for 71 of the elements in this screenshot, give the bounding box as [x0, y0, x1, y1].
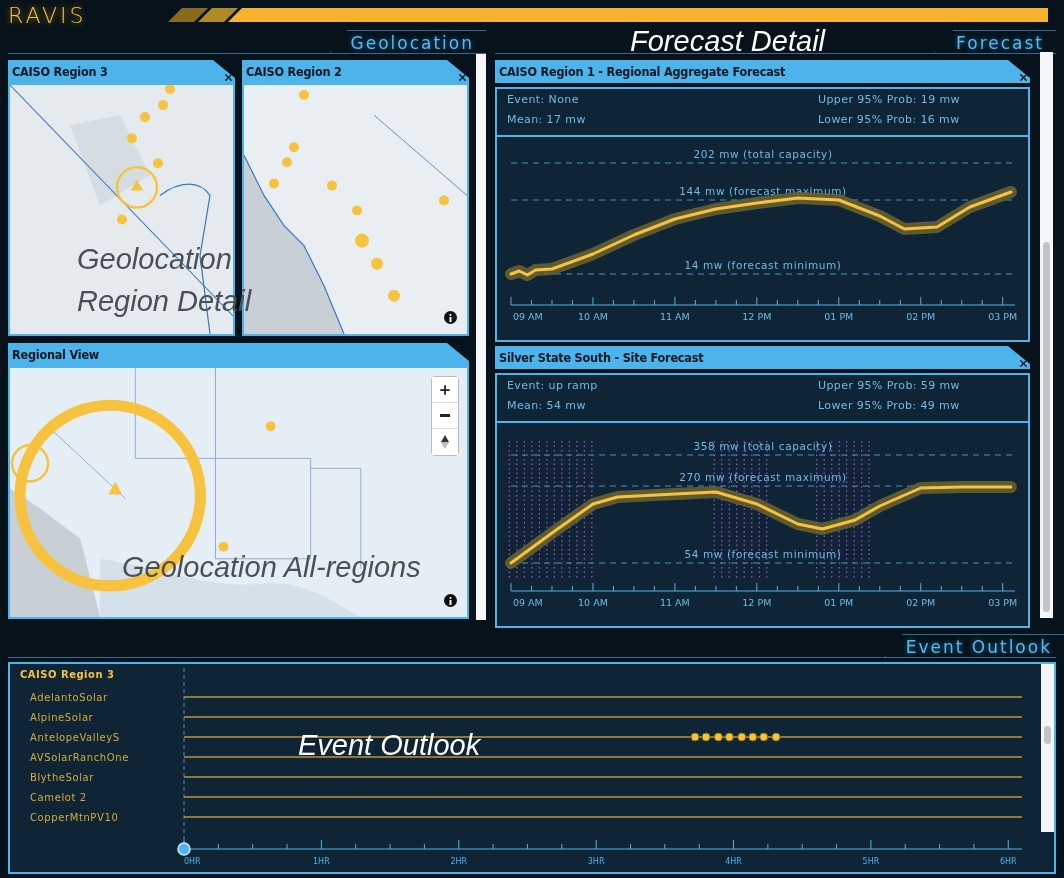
event-text: Event: up ramp [507, 379, 599, 394]
scrollbar-thumb[interactable] [1043, 242, 1050, 612]
x-tick-label: 4HR [725, 857, 742, 866]
panel-title: CAISO Region 1 - Regional Aggregate Forecast [499, 64, 786, 79]
panel-title: CAISO Region 3 [12, 64, 108, 79]
reference-label: 14 mw (forecast minimum) [684, 259, 842, 271]
site-label: AntelopeValleyS [30, 732, 120, 743]
x-tick-label: 10 AM [578, 311, 608, 322]
zoom-in-button[interactable] [432, 377, 458, 403]
scrollbar[interactable] [1041, 664, 1054, 832]
close-button[interactable] [1017, 357, 1029, 369]
plus-icon [438, 382, 452, 397]
annotation-text: Forecast Detail [630, 24, 825, 59]
compass-icon [441, 435, 449, 449]
panel-title: Silver State South - Site Forecast [499, 350, 704, 365]
x-tick-label: 02 PM [906, 597, 936, 608]
x-tick-label: 6HR [999, 857, 1017, 866]
app-logo: RAVIS [8, 2, 88, 28]
site-label: AlpineSolar [30, 712, 94, 723]
x-tick-label: 2HR [450, 857, 468, 866]
close-icon [222, 71, 234, 83]
minus-icon [440, 414, 450, 417]
close-icon [1017, 71, 1029, 83]
x-tick-label: 11 AM [660, 597, 690, 608]
upper-prob-text: Upper 95% Prob: 19 mw [818, 93, 961, 108]
group-label: CAISO Region 3 [20, 669, 115, 680]
section-heading: Geolocation [329, 30, 486, 53]
site-label: AVSolarRanchOne [30, 752, 129, 763]
scrollbar-thumb[interactable] [1044, 726, 1051, 744]
reference-label: 358 mw (total capacity) [693, 440, 833, 452]
x-tick-label: 11 AM [660, 311, 690, 322]
close-button[interactable] [1017, 71, 1029, 83]
close-button[interactable] [456, 71, 468, 83]
x-tick-label: 02 PM [906, 311, 936, 322]
x-tick-label: 01 PM [824, 597, 854, 608]
x-tick-label: 3HR [587, 857, 605, 866]
upper-prob-text: Upper 95% Prob: 59 mw [818, 379, 961, 394]
scrollbar[interactable] [476, 54, 486, 620]
site-label: AdelantoSolar [30, 692, 108, 703]
x-tick-label: 5HR [862, 857, 880, 866]
reference-label: 270 mw (forecast maximum) [679, 471, 847, 483]
reference-label: 144 mw (forecast maximum) [679, 185, 847, 197]
x-tick-label: 09 AM [513, 597, 543, 608]
x-tick-label: 1HR [313, 857, 330, 866]
mean-text: Mean: 54 mw [507, 399, 587, 414]
close-icon [1017, 357, 1029, 369]
panel-title: Regional View [12, 347, 100, 362]
site-label: CopperMtnPV10 [30, 812, 119, 823]
x-tick-label: 03 PM [988, 597, 1018, 608]
mean-text: Mean: 17 mw [507, 113, 587, 128]
reference-label: 54 mw (forecast minimum) [684, 548, 842, 560]
x-tick-label: 03 PM [988, 311, 1018, 322]
section-heading: Event Outlook [884, 634, 1064, 657]
time-handle[interactable] [177, 842, 191, 856]
panel-title: CAISO Region 2 [246, 64, 342, 79]
reference-label: 202 mw (total capacity) [693, 148, 833, 160]
close-button[interactable] [222, 71, 234, 83]
scrollbar[interactable] [1040, 52, 1053, 618]
annotation-text: Event Outlook [298, 728, 481, 763]
x-tick-label: 10 AM [578, 597, 608, 608]
x-tick-label: 12 PM [742, 597, 772, 608]
event-text: Event: None [507, 93, 580, 108]
x-tick-label: 09 AM [513, 311, 543, 322]
x-tick-label: 0HR [184, 857, 201, 866]
site-label: BlytheSolar [30, 772, 95, 783]
close-icon [456, 71, 468, 83]
lower-prob-text: Lower 95% Prob: 16 mw [818, 113, 961, 128]
lower-prob-text: Lower 95% Prob: 49 mw [818, 399, 961, 414]
x-tick-label: 01 PM [824, 311, 854, 322]
site-label: Camelot 2 [30, 792, 87, 803]
x-tick-label: 12 PM [742, 311, 772, 322]
